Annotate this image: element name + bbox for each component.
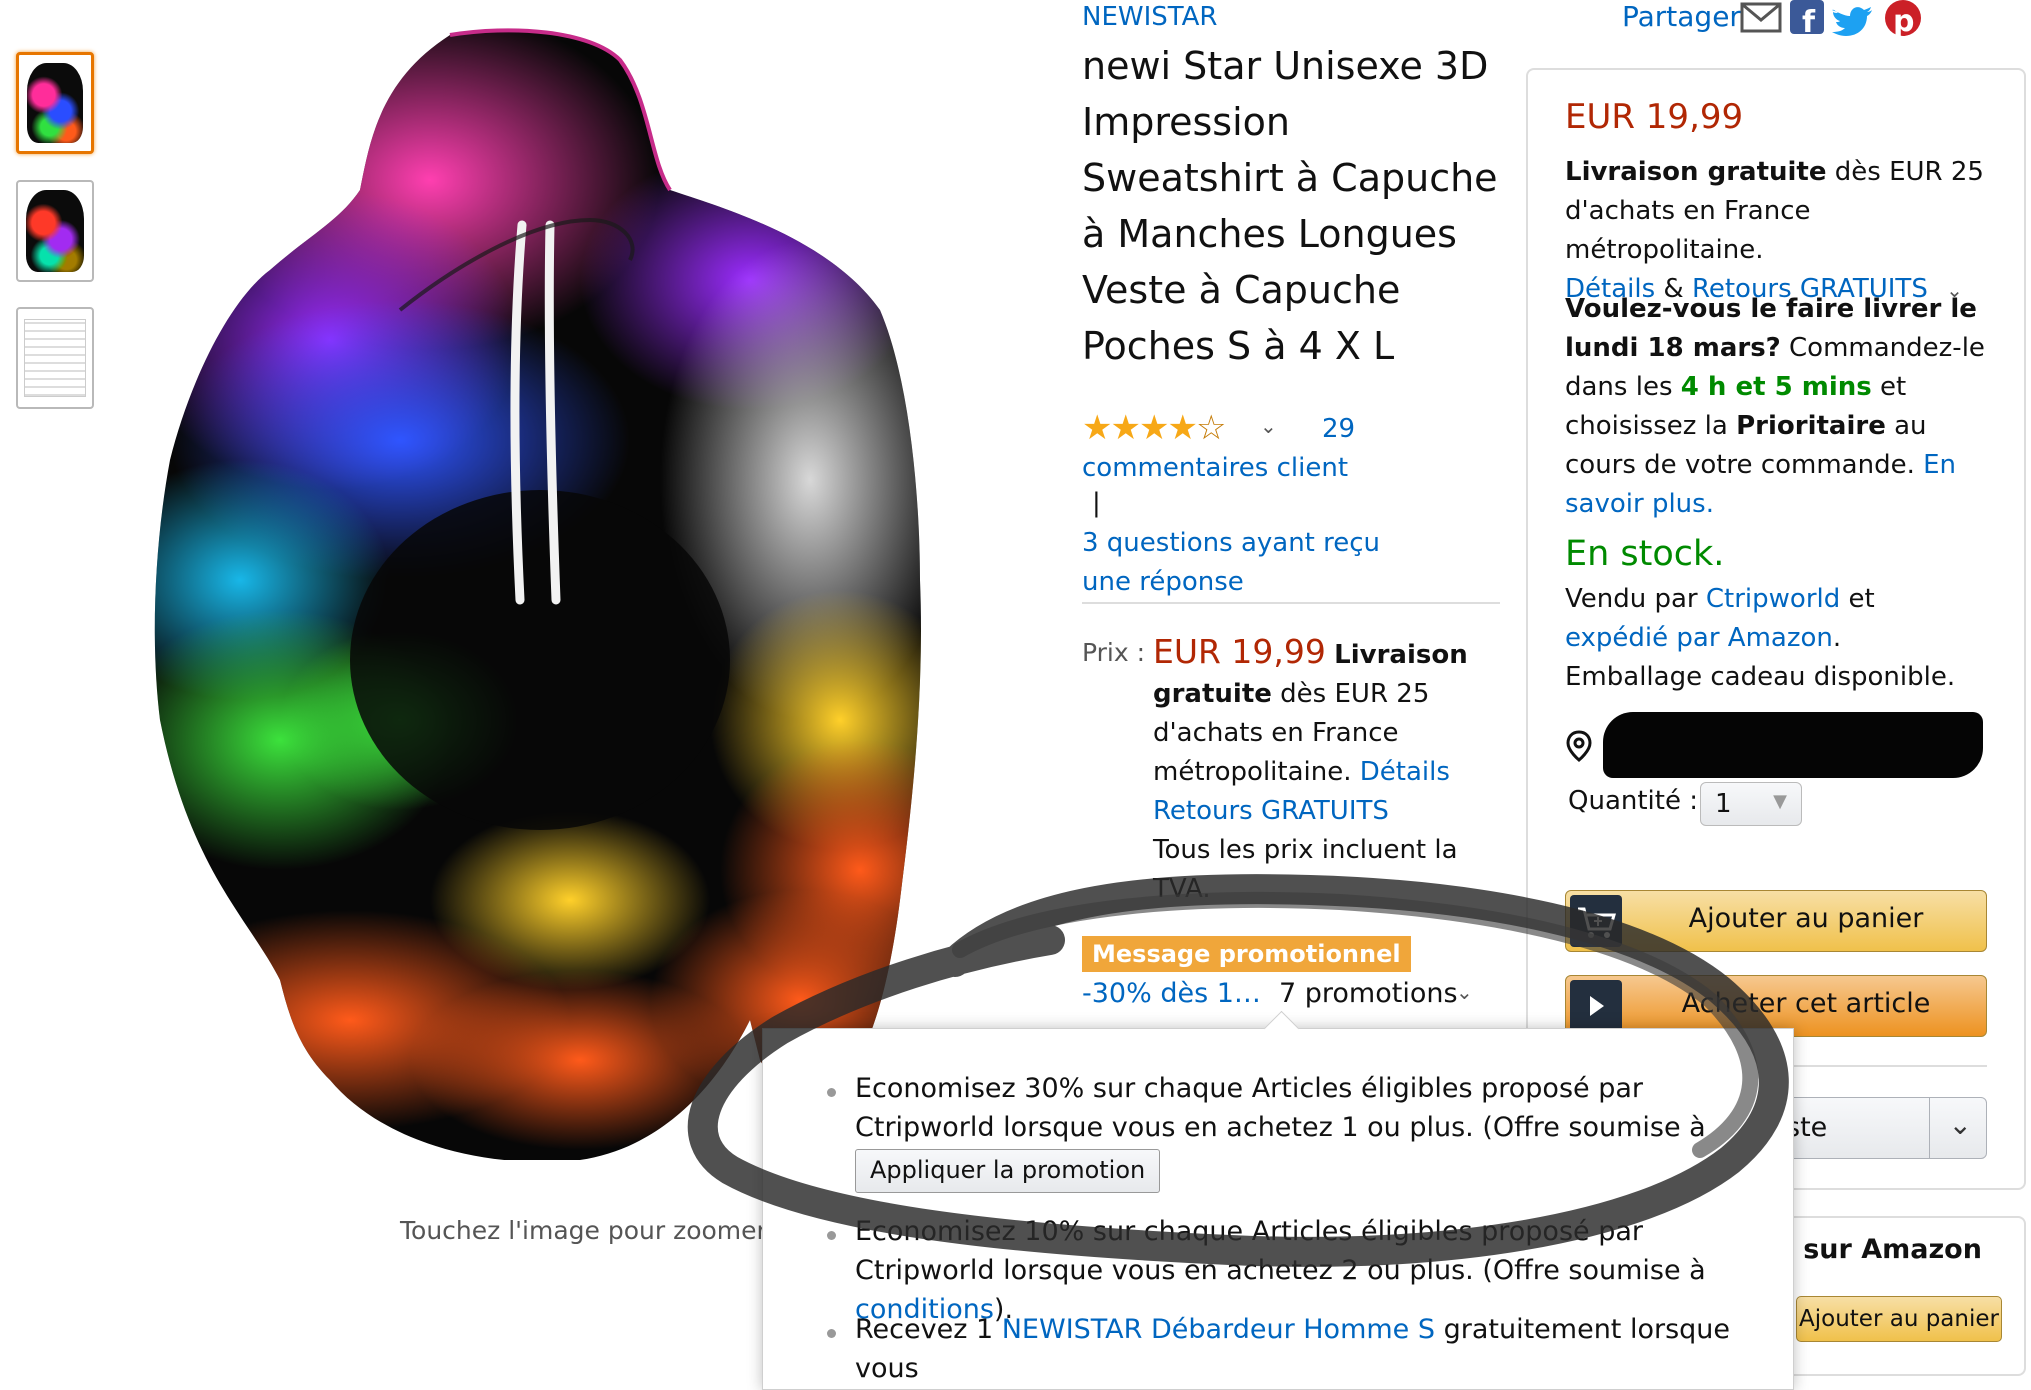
redacted-address[interactable] — [1603, 712, 1983, 778]
promo-count[interactable]: 7 promotions — [1279, 978, 1458, 1009]
apply-promotion-button[interactable]: Appliquer la promotion — [855, 1149, 1161, 1193]
promo-offer-3: Recevez 1 NEWISTAR Débardeur Homme S gra… — [855, 1310, 1735, 1388]
buy-now-label: Acheter cet article — [1681, 988, 1931, 1019]
vat-note: Tous les prix incluent la TVA. — [1153, 835, 1458, 904]
questions-link[interactable]: 3 questions ayant reçu une réponse — [1082, 524, 1422, 602]
free-returns-link[interactable]: Retours GRATUITS — [1153, 796, 1389, 826]
brand-link[interactable]: NEWISTAR — [1082, 2, 1217, 32]
add-to-cart-label: Ajouter au panier — [1688, 903, 1924, 934]
seller-link[interactable]: Ctripworld — [1706, 584, 1840, 614]
offer-text: Economisez 30% sur chaque Articles éligi… — [855, 1073, 1706, 1143]
divider — [1082, 602, 1500, 604]
price-label: Prix : — [1082, 638, 1146, 667]
stock-status: En stock. — [1565, 534, 1725, 574]
quantity-select[interactable]: 1 ▼ — [1700, 782, 1802, 826]
svg-text:f: f — [1802, 5, 1816, 40]
details-link[interactable]: Détails — [1360, 757, 1450, 787]
zoom-hint: Touchez l'image pour zoomer — [400, 1216, 767, 1245]
share-icons: f — [1740, 0, 1872, 40]
product-main-image[interactable] — [150, 20, 980, 1160]
quantity-label: Quantité : — [1568, 786, 1698, 816]
size-chart-thumb-image — [24, 319, 86, 397]
delivery-message: Voulez-vous le faire livrer le lundi 18 … — [1565, 290, 2005, 524]
free-item-link[interactable]: NEWISTAR Débardeur Homme S — [1002, 1314, 1435, 1345]
promotions-popover: Economisez 30% sur chaque Articles éligi… — [762, 1010, 1794, 1390]
price-value: EUR 19,99 — [1153, 632, 1326, 671]
mail-icon[interactable] — [1740, 2, 1782, 33]
share-label: Partager — [1622, 0, 1741, 33]
pinterest-icon[interactable]: p — [1883, 0, 1923, 38]
bullet — [827, 1329, 836, 1338]
delivery-priority: Prioritaire — [1736, 411, 1886, 441]
hoodie-thumb-image — [26, 190, 84, 272]
product-title: newi Star Unisexe 3D Impression Sweatshi… — [1082, 44, 1498, 368]
reviews-text[interactable]: commentaires client — [1082, 453, 1348, 483]
promo-badge: Message promotionnel — [1082, 936, 1411, 972]
promo-chevron-down-icon[interactable]: ⌄ — [1456, 980, 1473, 1004]
cart-icon — [1570, 895, 1622, 947]
offer-text: Economisez 10% sur chaque Articles éligi… — [855, 1216, 1706, 1286]
other-add-to-cart-button[interactable]: Ajouter au panier — [1796, 1296, 2002, 1342]
promo-summary-link[interactable]: -30% dès 1… — [1082, 978, 1261, 1009]
add-to-cart-button[interactable]: Ajouter au panier — [1565, 890, 1987, 952]
quantity-value: 1 — [1715, 789, 1732, 819]
thumbnail-2[interactable] — [16, 180, 94, 282]
svg-text:p: p — [1893, 4, 1914, 38]
play-icon — [1570, 980, 1622, 1032]
buybox-shipping: Livraison gratuite dès EUR 25 d'achats e… — [1565, 153, 2005, 310]
fulfilled-by-amazon-link[interactable]: expédié par Amazon — [1565, 623, 1833, 653]
reviews-link[interactable]: 29 commentaires client — [1082, 410, 1422, 488]
separator: | — [1092, 488, 1101, 518]
buybox-free-shipping: Livraison gratuite — [1565, 157, 1827, 187]
other-sellers-title: ; sur Amazon — [1783, 1234, 1982, 1265]
and-text: et — [1848, 584, 1875, 614]
thumbnail-3[interactable] — [16, 307, 94, 409]
bullet — [827, 1231, 836, 1240]
hoodie-thumb-image — [27, 63, 83, 143]
facebook-icon[interactable]: f — [1790, 0, 1824, 40]
reviews-count[interactable]: 29 — [1322, 414, 1355, 444]
offer-text: Recevez 1 — [855, 1314, 1002, 1345]
price-block: EUR 19,99 Livraison gratuite dès EUR 25 … — [1153, 632, 1473, 909]
twitter-icon[interactable] — [1832, 7, 1872, 36]
buybox-price: EUR 19,99 — [1565, 97, 1744, 137]
bullet — [827, 1088, 836, 1097]
thumbnail-1[interactable] — [16, 52, 94, 154]
popover-caret — [1263, 1010, 1300, 1047]
seller-info: Vendu par Ctripworld et expédié par Amaz… — [1565, 580, 1985, 697]
delivery-countdown: 4 h et 5 mins — [1680, 372, 1872, 402]
divider — [1929, 1098, 1930, 1158]
location-pin-icon — [1566, 730, 1592, 762]
chevron-down-icon: ▼ — [1773, 791, 1787, 812]
chevron-down-icon[interactable]: ⌄ — [1949, 1108, 1972, 1141]
sold-by-label: Vendu par — [1565, 584, 1698, 614]
